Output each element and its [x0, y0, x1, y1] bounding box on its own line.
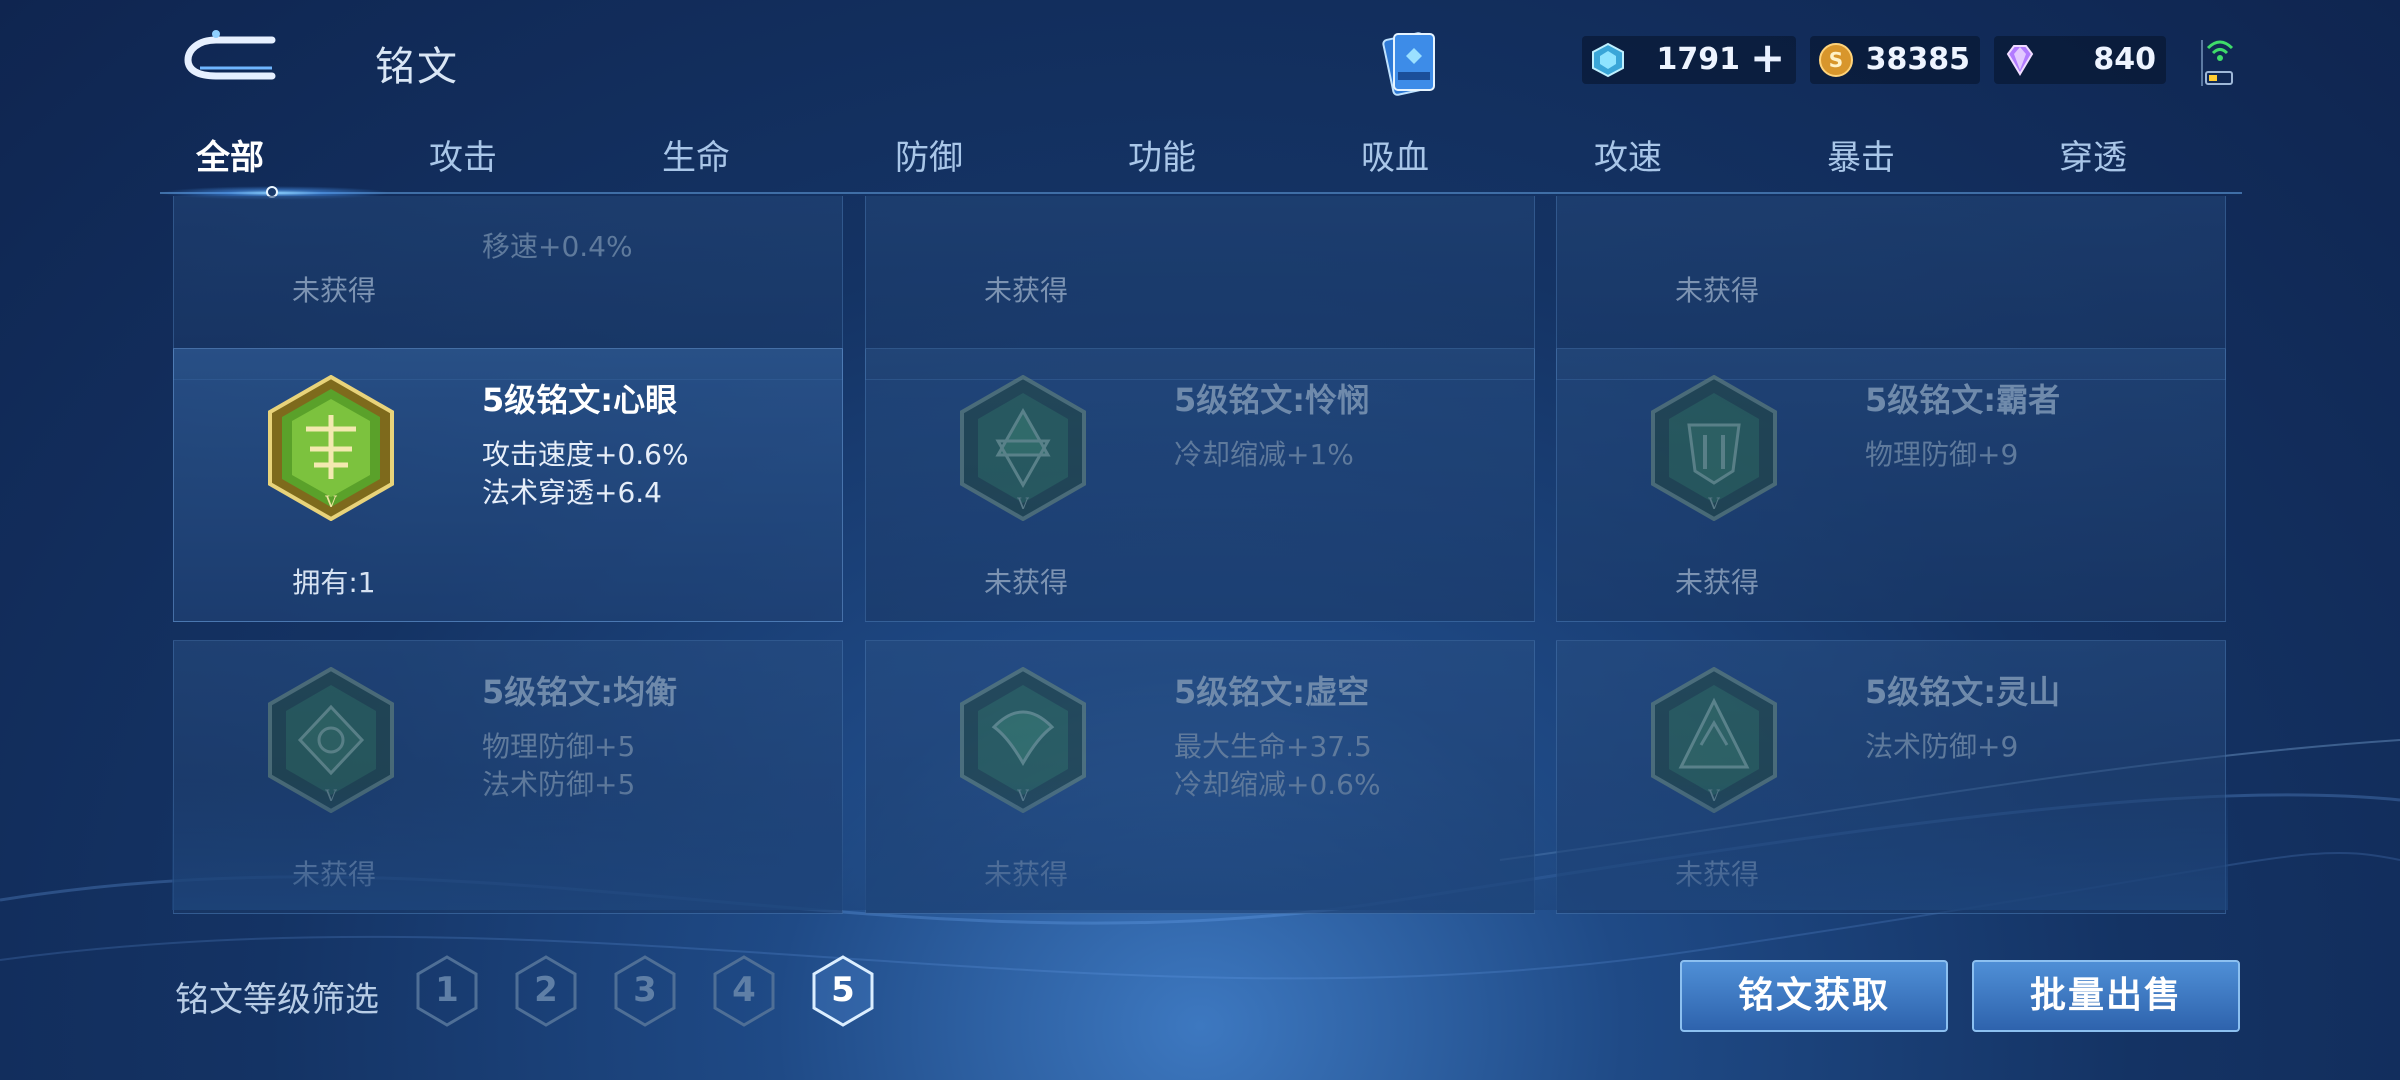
gold-value: 38385: [1865, 42, 1970, 77]
level-filter-label: 3: [633, 970, 657, 1010]
inscription-attr: 法术穿透+6.4: [482, 476, 662, 509]
svg-text:V: V: [1016, 786, 1029, 805]
lingshan-inscription-icon: V: [1651, 667, 1777, 813]
inscription-name: 5级铭文:霸者: [1865, 381, 2061, 419]
tab-function[interactable]: 功能: [1092, 130, 1232, 179]
inscription-attr: 移速+0.4%: [482, 230, 633, 263]
get-inscription-button[interactable]: 铭文获取: [1680, 960, 1948, 1032]
inscription-name: 5级铭文:灵山: [1865, 673, 2061, 711]
inscription-status: 未获得: [1674, 566, 1759, 599]
svg-text:V: V: [324, 786, 337, 805]
xukong-inscription-icon: V: [960, 667, 1086, 813]
level-filter-label: 1: [435, 970, 459, 1010]
page-title: 铭文: [375, 44, 459, 90]
inscription-attr: 攻击速度+0.6%: [482, 438, 689, 471]
bazhe-inscription-icon: V: [1651, 375, 1777, 521]
inscription-status: 未获得: [1674, 274, 1759, 307]
inscription-name: 5级铭文:心眼: [482, 381, 678, 419]
xinyan-inscription-icon: V: [268, 375, 394, 521]
level-filter-label: 4: [732, 970, 756, 1010]
add-currency-button[interactable]: +: [1750, 37, 1785, 79]
tab-divider: [160, 192, 2242, 194]
level-filter-5[interactable]: 5: [810, 954, 876, 1028]
batch-sell-button[interactable]: 批量出售: [1972, 960, 2240, 1032]
junheng-inscription-icon: V: [268, 667, 394, 813]
level-filter-label: 5: [831, 970, 855, 1010]
inscription-status: 未获得: [983, 274, 1068, 307]
level-filter-label: 铭文等级筛选: [175, 980, 379, 1020]
lianmin-inscription-icon: V: [960, 375, 1086, 521]
level-filter-3[interactable]: 3: [612, 954, 678, 1028]
diamond-value: 1791: [1656, 42, 1741, 77]
inscription-grid[interactable]: 移速+0.4% 未获得 未获得 未获得 V 5级铭文:心眼 攻击速度+0.6% …: [172, 196, 2228, 916]
inscription-attr: 物理防御+5: [482, 730, 636, 763]
inscription-attr: 冷却缩减+0.6%: [1174, 768, 1381, 801]
currency-gold: S 38385: [1810, 36, 1980, 84]
inscription-status: 未获得: [291, 274, 376, 307]
diamond-coupon-icon: [1592, 42, 1624, 78]
svg-text:V: V: [1707, 494, 1720, 513]
tab-all[interactable]: 全部: [160, 130, 300, 179]
inscription-status: 未获得: [1674, 858, 1759, 891]
level-filter-2[interactable]: 2: [513, 954, 579, 1028]
inscription-card[interactable]: V 5级铭文:均衡 物理防御+5 法术防御+5 未获得: [173, 640, 843, 914]
level-filter-1[interactable]: 1: [414, 954, 480, 1028]
back-button[interactable]: [180, 28, 280, 84]
category-tabs: 全部 攻击 生命 防御 功能 吸血 攻速 暴击 穿透: [160, 130, 2240, 194]
wifi-battery-icon: [2201, 40, 2234, 86]
card-deck-icon[interactable]: [1378, 26, 1444, 100]
svg-text:V: V: [324, 492, 337, 511]
inscription-card-owned[interactable]: V 5级铭文:心眼 攻击速度+0.6% 法术穿透+6.4 拥有:1: [173, 348, 843, 622]
svg-text:V: V: [1707, 786, 1720, 805]
svg-text:V: V: [1016, 494, 1029, 513]
tab-attack-speed[interactable]: 攻速: [1558, 130, 1698, 179]
inscription-name: 5级铭文:均衡: [482, 673, 678, 711]
inscription-attr: 最大生命+37.5: [1174, 730, 1372, 763]
inscription-status: 未获得: [983, 566, 1068, 599]
inscription-name: 5级铭文:虚空: [1174, 673, 1370, 711]
tab-life[interactable]: 生命: [626, 130, 766, 179]
inscription-attr: 冷却缩减+1%: [1174, 438, 1354, 471]
inscription-card[interactable]: V 5级铭文:虚空 最大生命+37.5 冷却缩减+0.6% 未获得: [865, 640, 1535, 914]
inscription-attr: 法术防御+9: [1865, 730, 2019, 763]
inscription-attr: 物理防御+9: [1865, 438, 2019, 471]
inscription-card[interactable]: V 5级铭文:怜悯 冷却缩减+1% 未获得: [865, 348, 1535, 622]
inscription-status: 未获得: [983, 858, 1068, 891]
tab-penetration[interactable]: 穿透: [2023, 130, 2163, 179]
inscription-owned-count: 拥有:1: [292, 566, 376, 599]
tab-defense[interactable]: 防御: [859, 130, 999, 179]
level-filter-4[interactable]: 4: [711, 954, 777, 1028]
tab-critical[interactable]: 暴击: [1791, 130, 1931, 179]
inscription-card[interactable]: V 5级铭文:霸者 物理防御+9 未获得: [1556, 348, 2226, 622]
purple-gem-icon: [2006, 45, 2034, 76]
currency-gem: 840: [1994, 36, 2166, 84]
inscription-card[interactable]: V 5级铭文:灵山 法术防御+9 未获得: [1556, 640, 2226, 914]
tab-lifesteal[interactable]: 吸血: [1325, 130, 1465, 179]
gem-value: 840: [2093, 42, 2156, 77]
svg-text:S: S: [1829, 48, 1843, 72]
inscription-attr: 法术防御+5: [482, 768, 636, 801]
inscription-name: 5级铭文:怜悯: [1174, 381, 1370, 419]
inscription-status: 未获得: [291, 858, 376, 891]
gold-coin-icon: S: [1819, 43, 1853, 77]
tab-attack[interactable]: 攻击: [393, 130, 533, 179]
level-filter-label: 2: [534, 970, 558, 1010]
